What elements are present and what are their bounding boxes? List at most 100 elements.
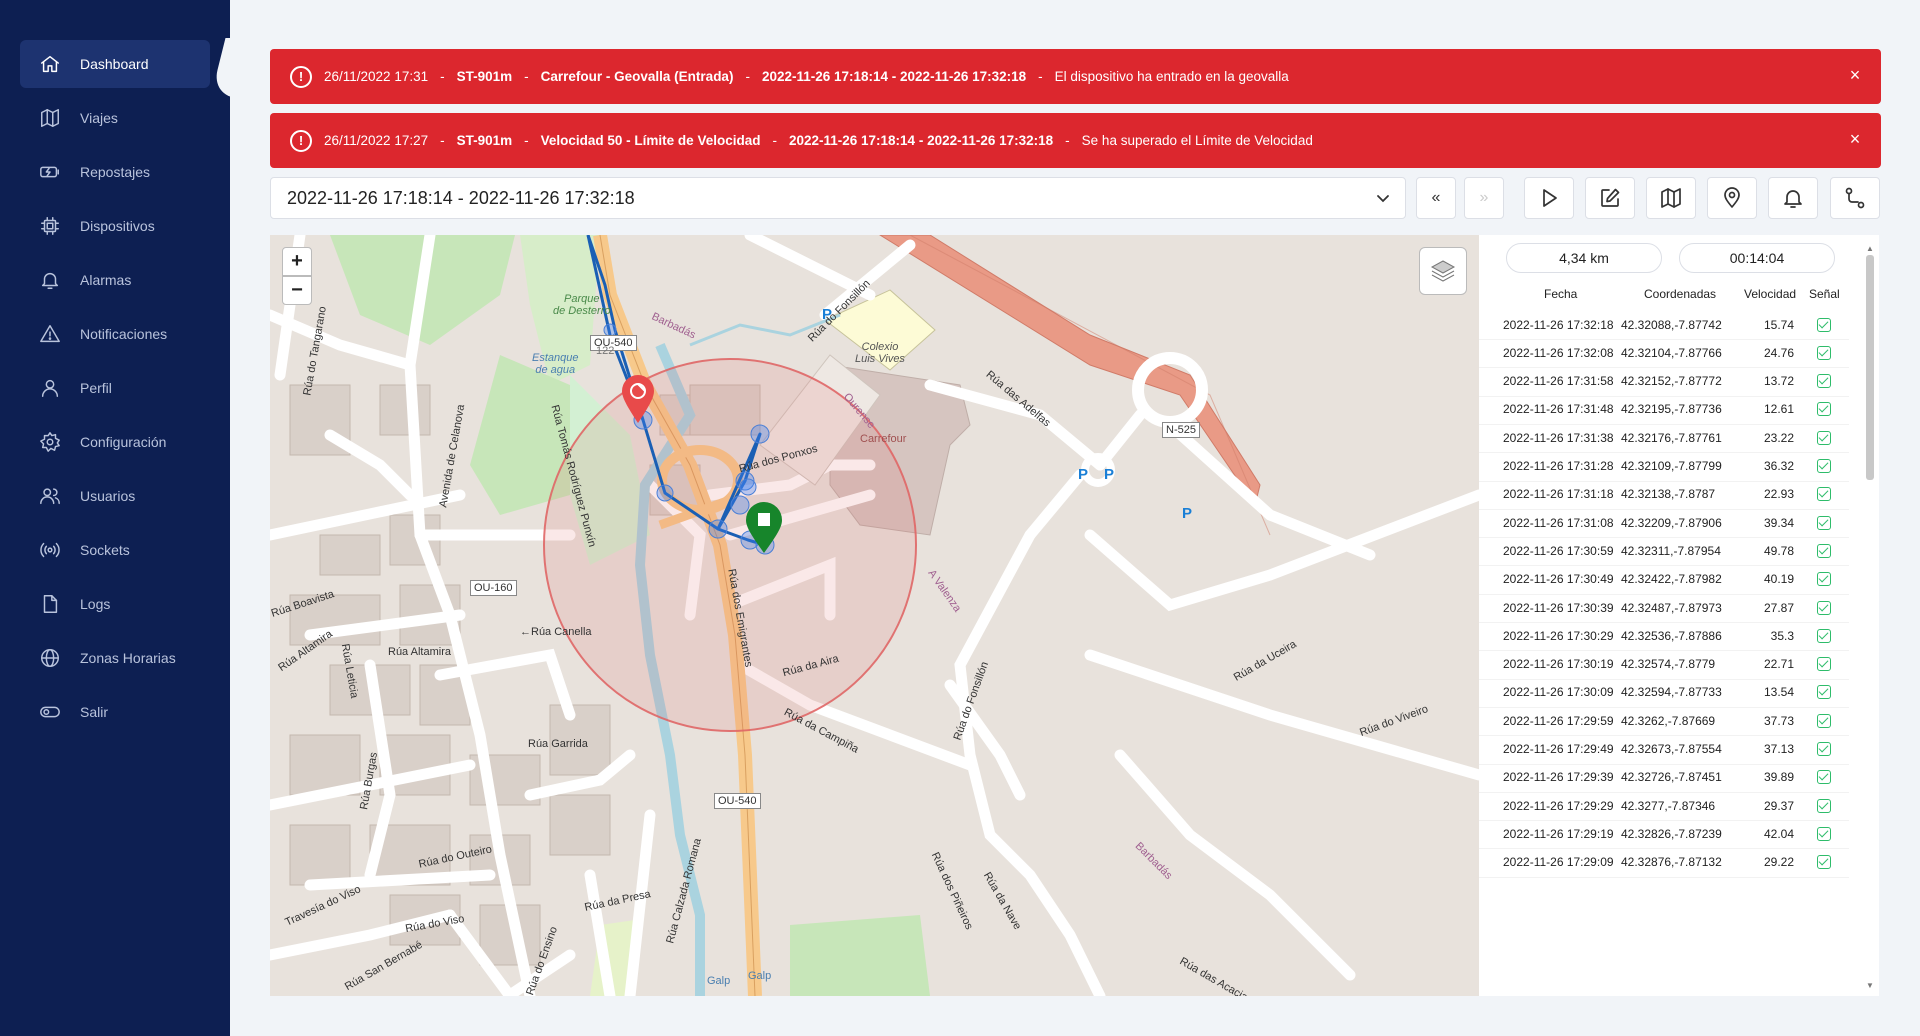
signal-check-icon <box>1817 543 1831 558</box>
row-velocidad: 24.76 <box>1763 345 1794 360</box>
table-row[interactable]: 2022-11-26 17:30:29 42.32536,-7.87886 35.3 <box>1479 621 1849 652</box>
table-row[interactable]: 2022-11-26 17:29:19 42.32826,-7.87239 42.0… <box>1479 819 1849 850</box>
sidebar: Dashboard Viajes Repostajes Dispositivos Ala… <box>0 0 254 1036</box>
alert-separator: - <box>440 69 445 84</box>
road-shield-n525: N-525 <box>1162 422 1200 438</box>
column-header-fecha[interactable]: Fecha <box>1544 287 1577 301</box>
sidebar-item-alarmas[interactable]: Alarmas <box>20 256 210 304</box>
layers-button[interactable] <box>1419 247 1467 295</box>
layers-icon <box>1430 260 1456 282</box>
row-fecha: 2022-11-26 17:29:29 <box>1503 798 1614 813</box>
table-row[interactable]: 2022-11-26 17:30:19 42.32574,-7.8779 22.71 <box>1479 650 1849 680</box>
sidebar-item-sockets[interactable]: Sockets <box>20 526 210 574</box>
road-shield-ou160: OU-160 <box>470 580 517 596</box>
table-row[interactable]: 2022-11-26 17:30:39 42.32487,-7.87973 27.8… <box>1479 593 1849 623</box>
svg-text:P: P <box>1078 466 1088 483</box>
row-coordenadas: 42.32088,-7.87742 <box>1621 317 1722 332</box>
alert-separator: - <box>1038 69 1043 84</box>
scroll-up-icon[interactable]: ▲ <box>1866 245 1874 253</box>
table-row[interactable]: 2022-11-26 17:30:49 42.32422,-7.87982 40.1… <box>1479 565 1849 595</box>
sidebar-item-zonas-horarias[interactable]: Zonas Horarias <box>20 634 210 682</box>
row-fecha: 2022-11-26 17:30:39 <box>1503 600 1614 615</box>
sidebar-item-label: Usuarios <box>80 488 136 504</box>
row-velocidad: 13.72 <box>1763 374 1794 389</box>
row-coordenadas: 42.32311,-7.87954 <box>1621 543 1721 558</box>
signal-check-icon <box>1817 459 1831 473</box>
map-view-button[interactable] <box>1646 177 1696 219</box>
user-icon <box>38 376 62 400</box>
table-row[interactable]: 2022-11-26 17:32:08 42.32104,-7.87766 24.7… <box>1479 338 1849 369</box>
table-row[interactable]: 2022-11-26 17:29:29 42.3277,-7.87346 29.37 <box>1479 791 1849 822</box>
sidebar-item-label: Perfil <box>80 380 112 396</box>
row-coordenadas: 42.32104,-7.87766 <box>1621 345 1722 360</box>
edit-button[interactable] <box>1585 177 1635 219</box>
sidebar-item-dashboard[interactable]: Dashboard <box>20 40 210 88</box>
gear-icon <box>38 430 62 454</box>
column-header-senal[interactable]: Señal <box>1809 287 1840 301</box>
play-button[interactable] <box>1524 177 1574 219</box>
row-fecha: 2022-11-26 17:29:39 <box>1503 770 1614 785</box>
column-header-coordenadas[interactable]: Coordenadas <box>1644 287 1716 301</box>
row-coordenadas: 42.32195,-7.87736 <box>1621 402 1722 417</box>
location-button[interactable] <box>1707 177 1757 219</box>
date-range-select[interactable]: 2022-11-26 17:18:14 - 2022-11-26 17:32:1… <box>270 177 1406 219</box>
alarms-button[interactable] <box>1768 177 1818 219</box>
row-coordenadas: 42.32138,-7.8787 <box>1621 487 1716 502</box>
sidebar-item-repostajes[interactable]: Repostajes <box>20 148 210 196</box>
table-row[interactable]: 2022-11-26 17:31:28 42.32109,-7.87799 36.3… <box>1479 452 1849 482</box>
close-icon[interactable]: × <box>1845 65 1865 85</box>
route-button[interactable] <box>1830 177 1880 219</box>
row-coordenadas: 42.32487,-7.87973 <box>1621 600 1722 615</box>
date-range-value: 2022-11-26 17:18:14 - 2022-11-26 17:32:1… <box>287 187 635 208</box>
row-fecha: 2022-11-26 17:31:38 <box>1503 430 1614 445</box>
scroll-down-icon[interactable]: ▼ <box>1866 982 1874 990</box>
row-velocidad: 40.19 <box>1763 572 1794 587</box>
sidebar-item-logs[interactable]: Logs <box>20 580 210 628</box>
table-row[interactable]: 2022-11-26 17:31:18 42.32138,-7.8787 22.93 <box>1479 480 1849 510</box>
sidebar-item-dispositivos[interactable]: Dispositivos <box>20 202 210 250</box>
row-velocidad: 13.54 <box>1763 685 1794 700</box>
sidebar-item-usuarios[interactable]: Usuarios <box>20 472 210 520</box>
table-row[interactable]: 2022-11-26 17:29:59 42.3262,-7.87669 37.73 <box>1479 706 1849 737</box>
table-row[interactable]: 2022-11-26 17:31:58 42.32152,-7.87772 13.7… <box>1479 367 1849 397</box>
row-velocidad: 22.93 <box>1763 487 1794 502</box>
table-row[interactable]: 2022-11-26 17:31:48 42.32195,-7.87736 12.6… <box>1479 395 1849 425</box>
chevron-down-icon <box>1377 195 1389 203</box>
table-row[interactable]: 2022-11-26 17:29:49 42.32673,-7.87554 37.1… <box>1479 735 1849 765</box>
row-coordenadas: 42.32152,-7.87772 <box>1621 374 1722 389</box>
row-coordenadas: 42.32673,-7.87554 <box>1621 742 1722 756</box>
table-row[interactable]: 2022-11-26 17:32:18 42.32088,-7.87742 15.7… <box>1479 310 1849 340</box>
sidebar-item-salir[interactable]: Salir <box>20 688 210 736</box>
table-row[interactable]: 2022-11-26 17:29:39 42.32726,-7.87451 39.8… <box>1479 763 1849 793</box>
sidebar-item-perfil[interactable]: Perfil <box>20 364 210 412</box>
map-view[interactable]: PPPP OU-540 OU-540 OU-160 N-525 Rúa dos … <box>270 235 1479 996</box>
table-row[interactable]: 2022-11-26 17:30:59 42.32311,-7.87954 49.7… <box>1479 536 1849 567</box>
broadcast-icon <box>38 538 62 562</box>
row-fecha: 2022-11-26 17:29:49 <box>1503 742 1614 756</box>
park-area-bottom <box>790 915 930 996</box>
panel-scrollbar[interactable]: ▲ ▼ <box>1866 245 1874 990</box>
next-button[interactable]: » <box>1464 177 1504 219</box>
sidebar-item-viajes[interactable]: Viajes <box>20 94 210 142</box>
previous-button[interactable]: « <box>1416 177 1456 219</box>
row-coordenadas: 42.3262,-7.87669 <box>1621 713 1716 728</box>
sidebar-item-configuracion[interactable]: Configuración <box>20 418 210 466</box>
column-header-velocidad[interactable]: Velocidad <box>1744 287 1796 301</box>
row-fecha: 2022-11-26 17:29:19 <box>1503 826 1614 841</box>
table-row[interactable]: 2022-11-26 17:31:08 42.32209,-7.87906 39.3… <box>1479 508 1849 539</box>
poi-label-estanque: Estanque de agua <box>532 352 579 376</box>
zoom-in-button[interactable]: + <box>282 247 312 276</box>
row-fecha: 2022-11-26 17:32:08 <box>1503 345 1614 360</box>
globe-icon <box>38 646 62 670</box>
close-icon[interactable]: × <box>1845 129 1865 149</box>
file-icon <box>38 592 62 616</box>
table-row[interactable]: 2022-11-26 17:31:38 42.32176,-7.87761 23.2… <box>1479 423 1849 454</box>
scrollbar-thumb[interactable] <box>1866 255 1874 480</box>
zoom-out-button[interactable]: − <box>282 276 312 305</box>
alert-device: ST-901m <box>456 133 513 148</box>
table-row[interactable]: 2022-11-26 17:30:09 42.32594,-7.87733 13.5… <box>1479 678 1849 708</box>
signal-check-icon <box>1817 657 1831 672</box>
sidebar-item-notificaciones[interactable]: Notificaciones <box>20 310 210 358</box>
alert-datetime: 26/11/2022 17:31 <box>324 69 429 84</box>
table-row[interactable]: 2022-11-26 17:29:09 42.32876,-7.87132 29.2… <box>1479 848 1849 878</box>
